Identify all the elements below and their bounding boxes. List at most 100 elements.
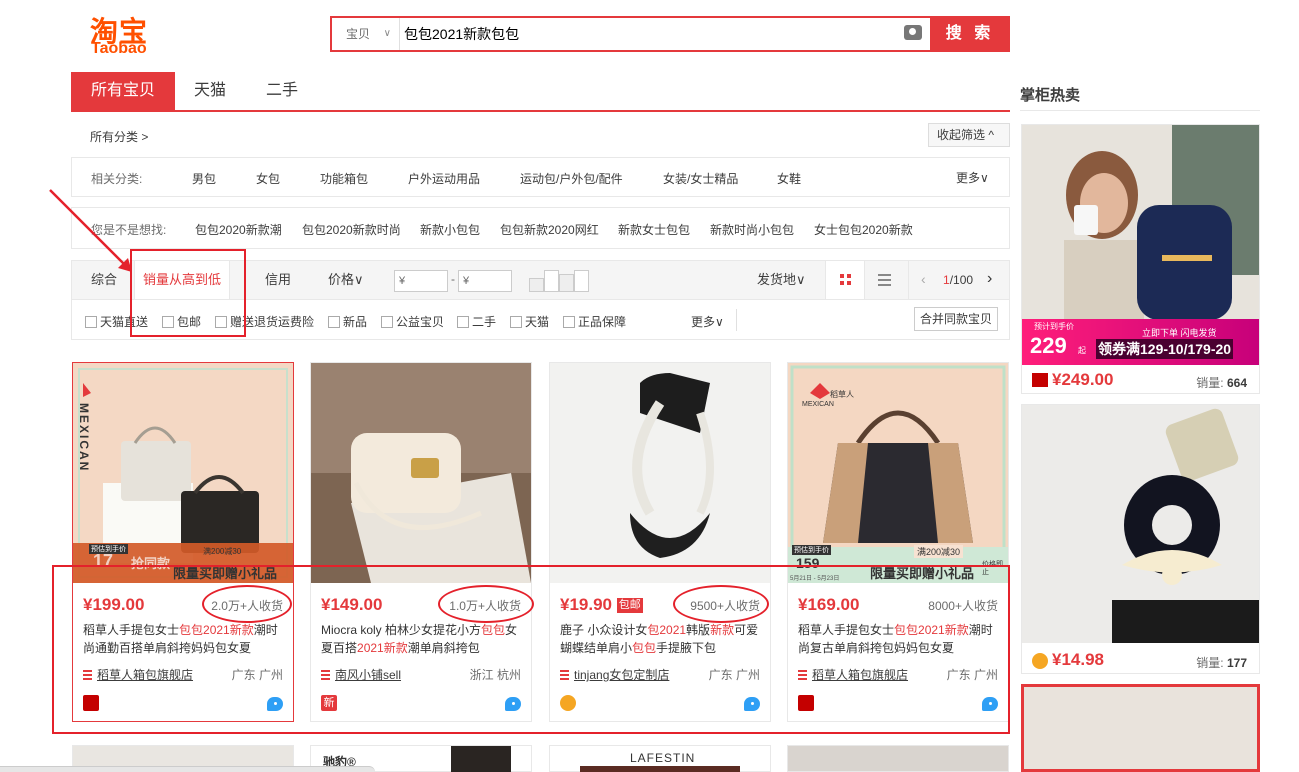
filter-tmall[interactable]: 天猫 <box>510 313 549 330</box>
related-item[interactable]: 女鞋 <box>777 170 801 187</box>
tab-tmall[interactable]: 天猫 <box>175 72 245 110</box>
prev-page-icon[interactable]: ‹ <box>921 271 926 287</box>
product-image[interactable] <box>311 363 531 583</box>
sold-count: 8000+人收货 <box>928 599 998 613</box>
hot-price: ¥14.98 <box>1052 650 1104 669</box>
search-button[interactable]: 搜 索 <box>930 16 1010 52</box>
checkbox-icon <box>215 316 227 328</box>
related-item[interactable]: 女装/女士精品 <box>663 170 738 187</box>
brand-text: LAFESTIN <box>630 751 696 765</box>
tmall-badge-icon <box>83 695 99 711</box>
ship-from-select[interactable]: 发货地∨ <box>757 261 806 299</box>
product-card[interactable]: ¥149.00 1.0万+人收货 Miocra koly 柏林少女提花小方包包女… <box>310 362 532 722</box>
hot-item[interactable] <box>1021 684 1260 772</box>
product-card-partial[interactable] <box>787 745 1009 772</box>
all-categories-link[interactable]: 所有分类 > <box>90 128 148 145</box>
filter-return-insurance[interactable]: 赠送退货运费险 <box>215 313 314 330</box>
sold-count: 2.0万+人收货 <box>211 599 283 613</box>
checkbox-icon <box>510 316 522 328</box>
sort-price[interactable]: 价格∨ <box>328 261 364 299</box>
suggest-item[interactable]: 新款女士包包 <box>618 221 690 238</box>
filter-more[interactable]: 更多∨ <box>691 313 724 330</box>
wangwang-chat-icon[interactable] <box>744 697 760 711</box>
wangwang-chat-icon[interactable] <box>982 697 998 711</box>
price-min-input[interactable]: ¥ <box>394 270 448 292</box>
suggest-item[interactable]: 包包2020新款时尚 <box>302 221 401 238</box>
taobao-logo-en[interactable]: Taobao <box>91 40 147 58</box>
wangwang-chat-icon[interactable] <box>267 697 283 711</box>
suggest-item[interactable]: 新款小包包 <box>420 221 480 238</box>
tab-all[interactable]: 所有宝贝 <box>71 72 175 110</box>
related-item[interactable]: 男包 <box>192 170 216 187</box>
new-badge-icon: 新 <box>321 695 337 711</box>
filter-secondhand[interactable]: 二手 <box>457 313 496 330</box>
shop-link[interactable]: 南风小铺sell <box>321 666 401 683</box>
search-type-select[interactable]: 宝贝 ∨ <box>332 18 400 50</box>
shop-link[interactable]: 稻草人箱包旗舰店 <box>798 666 908 683</box>
tmall-badge-icon <box>798 695 814 711</box>
hot-item-image <box>1022 405 1259 643</box>
price-max-input[interactable]: ¥ <box>458 270 512 292</box>
checkbox-icon <box>381 316 393 328</box>
related-item[interactable]: 功能箱包 <box>320 170 368 187</box>
search-type-label: 宝贝 <box>346 27 371 41</box>
gold-seller-icon <box>560 695 576 711</box>
filter-free-shipping[interactable]: 包邮 <box>162 313 201 330</box>
suggest-item[interactable]: 包包2020新款潮 <box>195 221 282 238</box>
shop-icon <box>83 670 92 680</box>
product-title[interactable]: Miocra koly 柏林少女提花小方包包女夏百搭2021新款潮单肩斜挎包 <box>321 621 523 657</box>
related-item[interactable]: 运动包/户外包/配件 <box>520 170 623 187</box>
product-price: ¥19.90 包邮 <box>560 595 643 614</box>
product-title[interactable]: 鹿子 小众设计女包2021韩版新款可爱蝴蝶结单肩小包包手提腋下包 <box>560 621 762 657</box>
suggest-item[interactable]: 女士包包2020新款 <box>814 221 913 238</box>
brand-text: MEXICAN <box>77 403 91 473</box>
shop-icon <box>321 670 330 680</box>
suggest-row: 您是不是想找: 包包2020新款潮 包包2020新款时尚 新款小包包 包包新款2… <box>71 207 1010 249</box>
suggest-item[interactable]: 包包新款2020网红 <box>500 221 599 238</box>
product-image[interactable]: MEXICAN 稻草人 预估到手价 159 5月21日 - 5月23日 满200… <box>788 363 1008 583</box>
related-item[interactable]: 女包 <box>256 170 280 187</box>
product-price: ¥169.00 <box>798 595 860 614</box>
hot-item[interactable]: ¥14.98 销量: 177 <box>1021 404 1260 674</box>
tab-secondhand[interactable]: 二手 <box>247 72 317 110</box>
price-separator: - <box>451 272 455 286</box>
product-card[interactable]: MEXICAN 稻草人 预估到手价 159 5月21日 - 5月23日 满200… <box>787 362 1009 722</box>
product-price: ¥199.00 <box>83 595 145 614</box>
grid-view-icon[interactable] <box>825 261 865 299</box>
checkbox-icon <box>328 316 340 328</box>
list-view-icon[interactable] <box>878 274 891 286</box>
checkbox-icon <box>85 316 97 328</box>
merge-same-button[interactable]: 合并同款宝贝 <box>914 307 998 331</box>
hot-sales: 销量: 664 <box>1196 376 1247 390</box>
camera-icon[interactable] <box>904 25 922 40</box>
related-more[interactable]: 更多∨ <box>956 169 989 186</box>
product-image[interactable] <box>550 363 770 583</box>
search-tabs: 所有宝贝 天猫 二手 <box>71 72 1010 112</box>
sort-credit[interactable]: 信用 <box>265 261 291 299</box>
related-item[interactable]: 户外运动用品 <box>408 170 480 187</box>
product-card[interactable]: ¥19.90 包邮 9500+人收货 鹿子 小众设计女包2021韩版新款可爱蝴蝶… <box>549 362 771 722</box>
next-page-icon[interactable]: › <box>987 270 992 288</box>
product-card-partial[interactable]: LAFESTIN <box>549 745 771 772</box>
search-input[interactable]: 包包2021新款包包 <box>404 18 904 50</box>
collapse-filter-button[interactable]: 收起筛选 ^ <box>928 123 1010 147</box>
suggest-item[interactable]: 新款时尚小包包 <box>710 221 794 238</box>
wangwang-chat-icon[interactable] <box>505 697 521 711</box>
product-image[interactable]: MEXICAN 预估到手价 17 抢同款 满200减30 限量买即赠小礼品 <box>73 363 293 583</box>
filter-tmall-direct[interactable]: 天猫直送 <box>85 313 148 330</box>
product-title[interactable]: 稻草人手提包女士包包2021新款潮时尚通勤百搭单肩斜挎妈妈包女夏 <box>83 621 285 657</box>
filter-genuine[interactable]: 正品保障 <box>563 313 626 330</box>
shop-icon <box>560 670 569 680</box>
horizontal-scrollbar[interactable] <box>0 766 375 772</box>
related-category-row: 相关分类: 男包 女包 功能箱包 户外运动用品 运动包/户外包/配件 女装/女士… <box>71 157 1010 197</box>
shop-link[interactable]: tinjang女包定制店 <box>560 666 669 683</box>
filter-new[interactable]: 新品 <box>328 313 367 330</box>
product-card[interactable]: MEXICAN 预估到手价 17 抢同款 满200减30 限量买即赠小礼品 ¥1… <box>72 362 294 722</box>
shop-link[interactable]: 稻草人箱包旗舰店 <box>83 666 193 683</box>
location: 广东 广州 <box>946 668 998 682</box>
hot-item[interactable]: 预计到手价 229 起 立即下单 闪电发货 领券满129-10/179-20 ¥… <box>1021 124 1260 394</box>
filter-charity[interactable]: 公益宝贝 <box>381 313 444 330</box>
location: 广东 广州 <box>708 668 760 682</box>
product-title[interactable]: 稻草人手提包女士包包2021新款潮时尚复古单肩斜挎包妈妈包女夏 <box>798 621 1000 657</box>
price-range-chart[interactable] <box>529 270 589 292</box>
